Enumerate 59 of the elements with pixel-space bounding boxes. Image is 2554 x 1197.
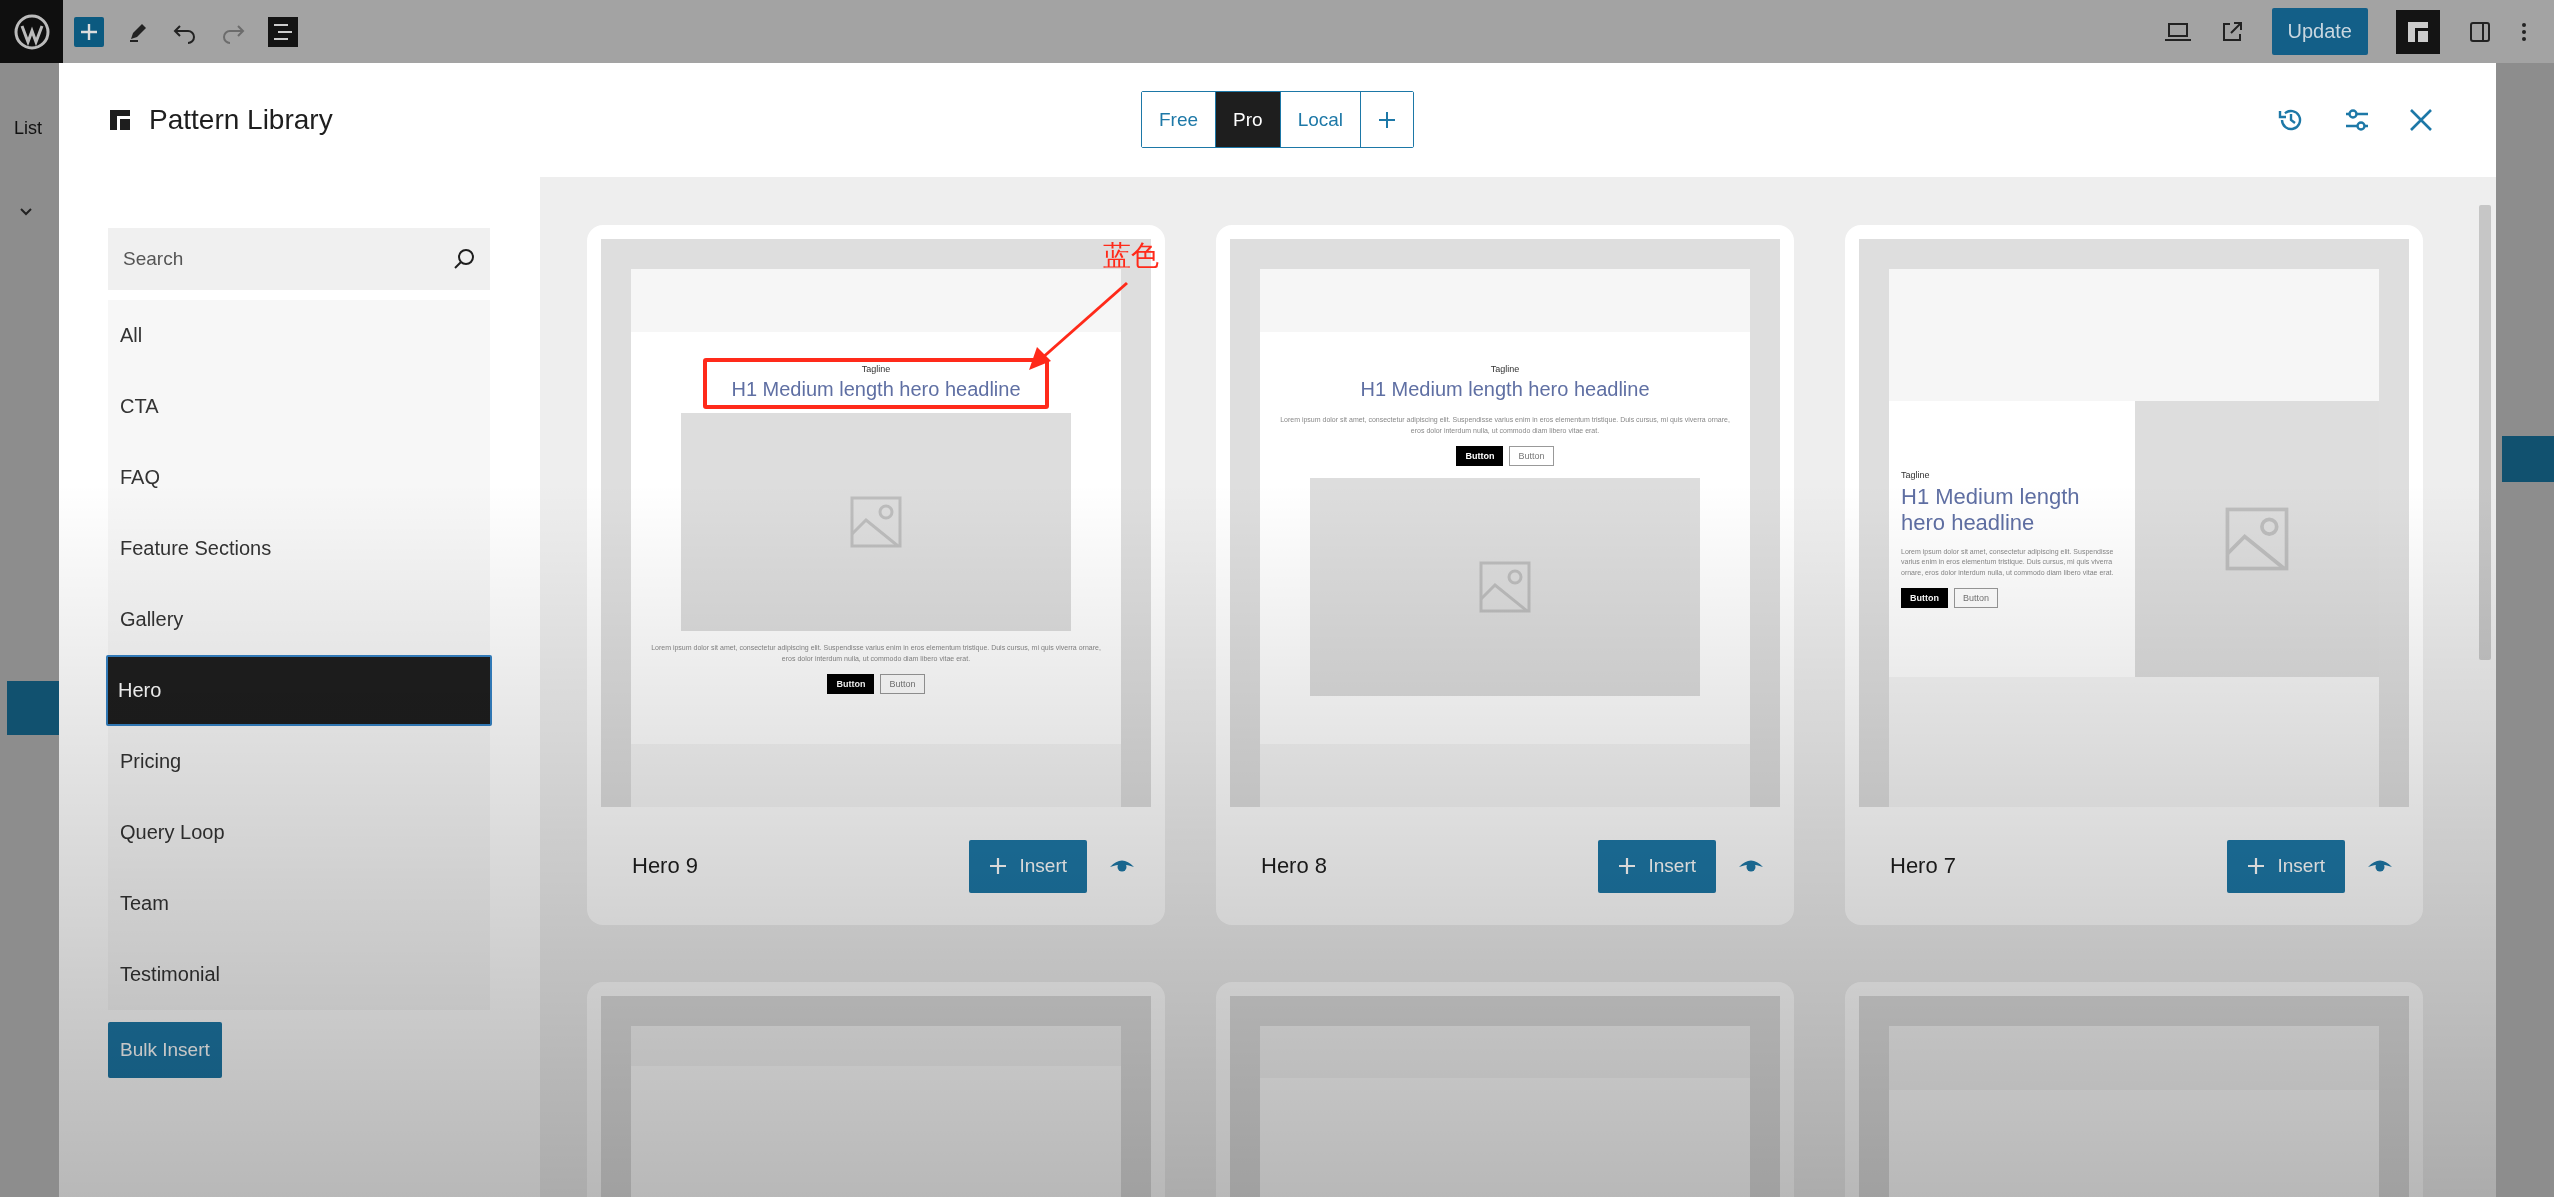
modal-title: Pattern Library: [149, 104, 333, 136]
sidebar-icon[interactable]: [2468, 19, 2492, 44]
preview-headline: H1 Medium length hero headline: [731, 378, 1021, 401]
category-item[interactable]: Query Loop: [108, 797, 490, 868]
preview-eye-icon[interactable]: [1109, 858, 1135, 874]
search-field[interactable]: Search: [108, 228, 490, 290]
plus-icon: [1618, 857, 1637, 875]
preview-eye-icon[interactable]: [1738, 858, 1764, 874]
plus-icon: [989, 857, 1008, 875]
plus-icon: [2247, 857, 2266, 875]
preview-button: Button: [1509, 446, 1554, 466]
category-item[interactable]: All: [108, 300, 490, 371]
search-icon: [452, 247, 476, 271]
preview-tagline: Tagline: [1901, 469, 1930, 480]
plus-icon: [1377, 109, 1398, 130]
document-overview-button[interactable]: [268, 16, 298, 47]
preview-headline: H1 Medium length hero headline: [1901, 483, 2081, 537]
close-icon[interactable]: [2408, 107, 2434, 133]
insert-button[interactable]: Insert: [2227, 839, 2345, 893]
preview-button: Button: [1456, 446, 1504, 466]
source-tab[interactable]: Free: [1142, 92, 1217, 147]
category-item[interactable]: Hero: [106, 655, 492, 726]
preview-headline: H1 Medium length hero headline: [1360, 378, 1650, 401]
list-icon: [273, 22, 293, 41]
preview-button: Button: [1954, 588, 1999, 609]
pattern-name: Hero 7: [1890, 853, 1957, 879]
list-view-tab[interactable]: List: [14, 118, 42, 139]
category-item[interactable]: Feature Sections: [108, 513, 490, 584]
category-item[interactable]: FAQ: [108, 442, 490, 513]
preview-tagline: Tagline: [861, 364, 891, 374]
preview-button: Button: [1901, 588, 1948, 609]
bulk-insert-button[interactable]: Bulk Insert: [108, 1022, 222, 1078]
preview-tagline: Tagline: [1490, 364, 1520, 374]
laptop-icon[interactable]: [2163, 20, 2192, 43]
category-item[interactable]: Testimonial: [108, 939, 490, 1010]
circle-logo-icon: [12, 12, 51, 51]
plugin-button[interactable]: [2396, 9, 2440, 54]
category-item[interactable]: Team: [108, 868, 490, 939]
insert-button[interactable]: Insert: [1598, 839, 1716, 893]
plus-icon: [79, 21, 99, 42]
preview-button: Button: [827, 674, 875, 694]
pattern-name: Hero 9: [632, 853, 699, 879]
image-icon: [850, 496, 902, 548]
update-button[interactable]: Update: [2271, 8, 2368, 55]
image-icon: [2225, 507, 2289, 571]
preview-button: Button: [880, 674, 925, 694]
source-tab[interactable]: Pro: [1216, 92, 1281, 147]
category-item[interactable]: Pricing: [108, 726, 490, 797]
pattern-logo-icon: [107, 107, 133, 133]
pattern-name: Hero 8: [1261, 853, 1328, 879]
insert-button[interactable]: Insert: [969, 839, 1087, 893]
add-block-button[interactable]: [74, 16, 104, 47]
chevron-icon[interactable]: [18, 206, 34, 218]
preview-eye-icon[interactable]: [2367, 858, 2393, 874]
category-item[interactable]: Gallery: [108, 584, 490, 655]
annotation-label: 蓝色: [1103, 241, 1159, 272]
logo-button[interactable]: [0, 0, 63, 63]
image-icon: [1479, 561, 1531, 613]
category-item[interactable]: CTA: [108, 371, 490, 442]
